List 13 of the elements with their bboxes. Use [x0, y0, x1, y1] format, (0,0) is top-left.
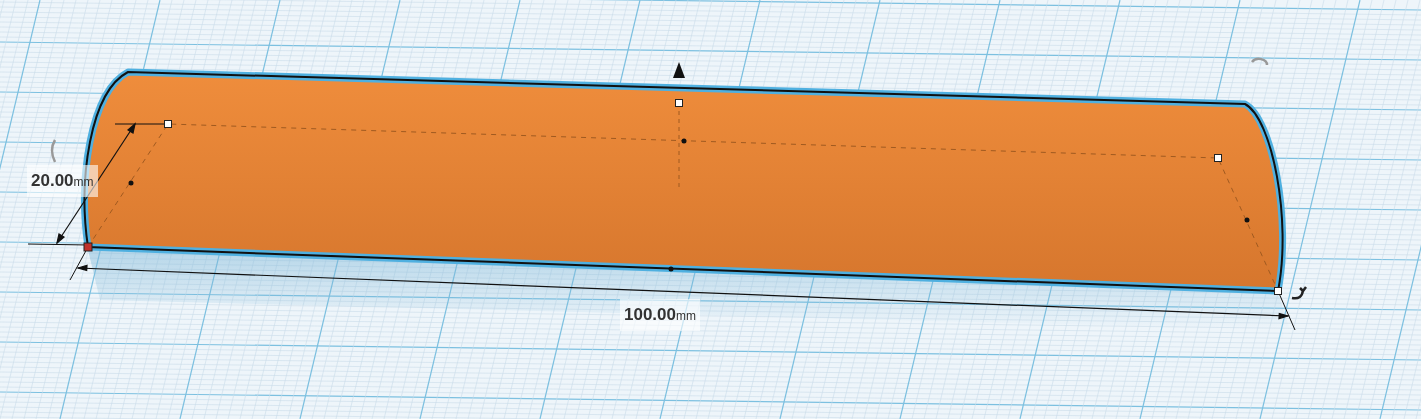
- midpoint-handle[interactable]: [1244, 217, 1250, 223]
- move-up-cone-icon[interactable]: [673, 62, 685, 78]
- resize-handle[interactable]: [1274, 287, 1282, 295]
- dimension-label[interactable]: 20.00mm: [27, 165, 98, 197]
- rotate-icon[interactable]: [1290, 285, 1308, 300]
- resize-handle[interactable]: [675, 99, 683, 107]
- dimension-label[interactable]: 100.00mm: [620, 299, 700, 331]
- midpoint-handle[interactable]: [681, 138, 687, 144]
- resize-handle[interactable]: [164, 120, 172, 128]
- resize-handle[interactable]: [1214, 154, 1222, 162]
- corner-handle[interactable]: [83, 242, 93, 252]
- midpoint-handle[interactable]: [668, 266, 674, 272]
- midpoint-handle[interactable]: [128, 180, 134, 186]
